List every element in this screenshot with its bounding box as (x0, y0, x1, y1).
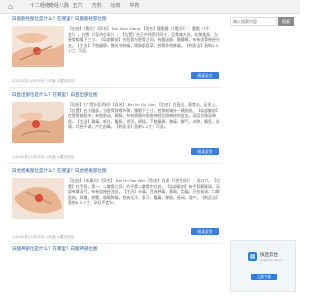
sidebar: 搜索 (230, 17, 296, 26)
article-meta: ◎2022年11月15日 ◎中医 ◎暂无评论 (12, 155, 75, 159)
app-logo-icon (248, 252, 257, 261)
top-navbar: ⌂ 十二经络 奇经八脉 五穴 方剂 功效 中药 (0, 0, 300, 14)
article-thumbnail[interactable] (12, 102, 64, 143)
ad-subtitle: KuaiLian Cloud (260, 258, 283, 262)
read-more-button[interactable]: 阅读全文 (191, 72, 219, 79)
ad-download-button[interactable]: 立即下载 (251, 274, 277, 280)
nav-item-shier-jingluo[interactable]: 十二经络 (30, 3, 50, 9)
article-title[interactable]: 白直出部位是什么？在哪里？白直出部位图 (12, 93, 98, 99)
article-title[interactable]: 白腿神部位是什么？在哪里？白腿神部位图 (12, 247, 98, 253)
read-more-button[interactable]: 阅读全文 (191, 148, 219, 155)
read-more-button[interactable]: 阅读全文 (191, 228, 219, 235)
search-input[interactable] (230, 17, 277, 26)
ad-banner[interactable]: 快连云台 KuaiLian Cloud 立即下载 (230, 240, 296, 292)
nav-item-zhongyao[interactable]: 中药 (125, 3, 144, 9)
nav-menu: 十二经络 奇经八脉 五穴 方剂 功效 中药 (30, 3, 144, 9)
article-meta: ◎2022年11月15日 ◎中医 ◎暂无评论 (12, 235, 75, 239)
search-box: 搜索 (230, 17, 296, 26)
article-meta: ◎2022年11月15日 ◎中医 ◎暂无评论 (12, 79, 75, 83)
search-button[interactable]: 搜索 (278, 17, 294, 26)
article-excerpt: 【出处】《素问》【异名】 Bai Xiao Xiang 【别名】鹿脂膜（《素问》… (68, 26, 220, 54)
article-card: 白鹿筋经部位是什么？在哪里？白鹿筋经部位图 【出处】《素问》【异名】 Bai X… (10, 17, 221, 88)
article-excerpt: 【出处】《广西针灸资料》【异名】 Bai Jin Gu Lian 【别名】白直出… (68, 102, 220, 130)
nav-item-gongxiao[interactable]: 功效 (106, 3, 125, 9)
nav-item-fangji[interactable]: 方剂 (87, 3, 106, 9)
home-icon[interactable]: ⌂ (8, 2, 13, 11)
article-thumbnail[interactable] (12, 178, 64, 219)
article-title[interactable]: 白虎摇尾部位是什么？在哪里？白虎摇尾部位图 (12, 169, 107, 175)
article-card: 白直出部位是什么？在哪里？白直出部位图 【出处】《广西针灸资料》【异名】 Bai… (10, 93, 221, 164)
article-title[interactable]: 白鹿筋经部位是什么？在哪里？白鹿筋经部位图 (12, 17, 107, 23)
article-card: 白虎摇尾部位是什么？在哪里？白虎摇尾部位图 【出处】《本事方》【异名】 Bai … (10, 169, 221, 244)
article-thumbnail[interactable] (12, 26, 64, 67)
article-excerpt: 【出处】《本事方》【异名】 Bai Hu Yao Wei 【别名】白虎（《资生经… (68, 178, 220, 206)
nav-item-wuxue[interactable]: 五穴 (68, 3, 87, 9)
article-card: 白腿神部位是什么？在哪里？白腿神部位图 (10, 247, 221, 257)
nav-item-qijing-bamai[interactable]: 奇经八脉 (49, 3, 69, 9)
